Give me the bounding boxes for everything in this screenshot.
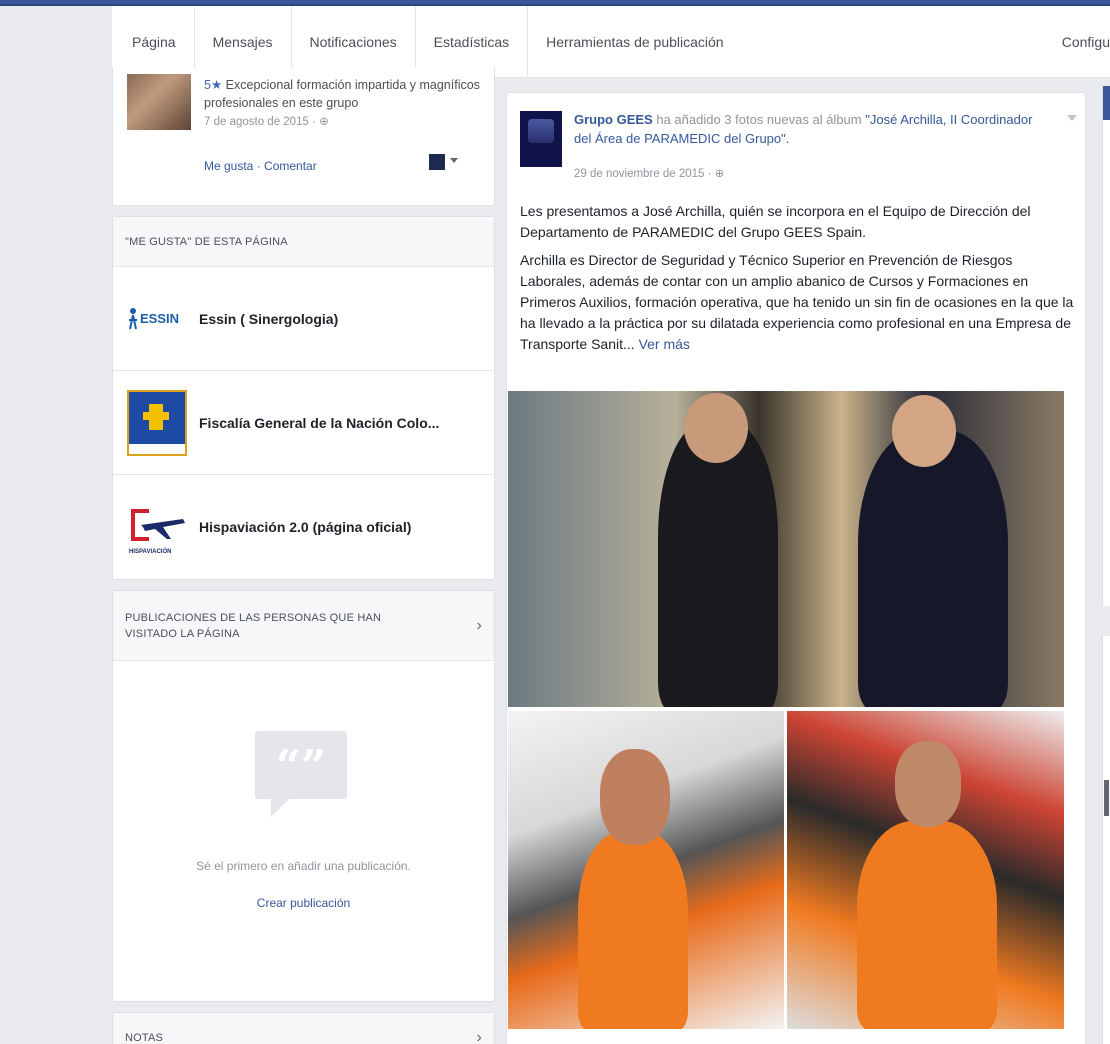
tab-herramientas[interactable]: Herramientas de publicación xyxy=(528,6,741,78)
liked-page-item[interactable]: HISPAVIACIÓN Hispaviación 2.0 (página of… xyxy=(113,475,494,579)
post-action-text: ha añadido 3 fotos nuevas al álbum xyxy=(652,112,866,127)
reviewer-avatar[interactable] xyxy=(127,74,191,130)
tab-mensajes[interactable]: Mensajes xyxy=(195,5,292,78)
post-author-link[interactable]: Grupo GEES xyxy=(574,112,653,127)
create-post-link[interactable]: Crear publicación xyxy=(113,896,494,910)
review-date: 7 de agosto de 2015 · ⊕ xyxy=(204,116,329,128)
review-text: 5★ Excepcional formación impartida y mag… xyxy=(204,76,484,112)
chevron-down-icon[interactable] xyxy=(1067,115,1077,121)
post-body: Les presentamos a José Archilla, quién s… xyxy=(520,201,1076,362)
liked-page-name: Essin ( Sinergologia) xyxy=(199,310,339,327)
notes-card: NOTAS › xyxy=(112,1012,495,1044)
hispaviacion-logo-text: HISPAVIACIÓN xyxy=(129,547,171,555)
post-photo-main[interactable] xyxy=(508,391,1064,707)
post-photo-left[interactable] xyxy=(508,711,784,1029)
essin-logo-icon: ESSIN xyxy=(127,284,187,354)
review-body: Excepcional formación impartida y magníf… xyxy=(204,78,480,110)
visitor-posts-header[interactable]: PUBLICACIONES DE LAS PERSONAS QUE HAN VI… xyxy=(113,591,494,661)
chevron-right-icon[interactable]: › xyxy=(476,617,482,634)
liked-page-item[interactable]: ESSIN Essin ( Sinergologia) xyxy=(113,267,494,371)
post-header: Grupo GEES ha añadido 3 fotos nuevas al … xyxy=(574,110,1044,148)
page-avatar-icon[interactable] xyxy=(429,154,445,170)
review-actions: Me gusta · Comentar xyxy=(204,159,317,173)
post-paragraph-2: Archilla es Director de Seguridad y Técn… xyxy=(520,250,1076,355)
rating-stars: 5★ xyxy=(204,78,223,92)
author-avatar[interactable] xyxy=(520,111,562,167)
svg-text:“”: “” xyxy=(276,741,327,792)
like-link[interactable]: Me gusta xyxy=(204,159,253,173)
liked-page-item[interactable]: Fiscalía General de la Nación Colo... xyxy=(113,371,494,475)
notes-header[interactable]: NOTAS › xyxy=(113,1013,494,1044)
liked-page-name: Hispaviación 2.0 (página oficial) xyxy=(199,519,412,535)
post-paragraph: Les presentamos a José Archilla, quién s… xyxy=(520,203,1031,240)
chevron-down-icon[interactable] xyxy=(450,158,458,163)
post-photo-right[interactable] xyxy=(787,711,1064,1029)
airplane-logo-icon: HISPAVIACIÓN xyxy=(127,492,187,562)
chevron-right-icon[interactable]: › xyxy=(476,1029,482,1044)
page-likes-card: "ME GUSTA" DE ESTA PÁGINA ESSIN Essin ( … xyxy=(112,216,495,580)
review-card: 5★ Excepcional formación impartida y mag… xyxy=(112,68,495,206)
tab-configuracion[interactable]: Configu xyxy=(1062,34,1110,50)
notes-title: NOTAS xyxy=(125,1031,164,1044)
post-paragraph-text: Archilla es Director de Seguridad y Técn… xyxy=(520,252,1074,352)
visitor-posts-card: PUBLICACIONES DE LAS PERSONAS QUE HAN VI… xyxy=(112,590,495,1002)
comment-link[interactable]: Comentar xyxy=(264,159,317,173)
right-sidebar xyxy=(1102,86,1110,606)
tab-estadisticas[interactable]: Estadísticas xyxy=(416,5,529,78)
essin-logo-text: ESSIN xyxy=(140,311,179,326)
right-sidebar-lower xyxy=(1102,636,1110,1044)
scrollbar[interactable] xyxy=(1104,780,1109,816)
tab-notificaciones[interactable]: Notificaciones xyxy=(292,5,416,78)
fiscalia-logo-icon xyxy=(127,389,187,456)
likes-header: "ME GUSTA" DE ESTA PÁGINA xyxy=(113,217,494,267)
see-more-link[interactable]: Ver más xyxy=(639,336,690,352)
liked-page-name: Fiscalía General de la Nación Colo... xyxy=(199,414,440,431)
tab-pagina[interactable]: Página xyxy=(124,5,195,78)
quote-bubble-icon: “” xyxy=(255,731,347,817)
action-separator: · xyxy=(253,159,265,173)
empty-state-text: Sé el primero en añadir una publicación. xyxy=(196,859,411,873)
post-timestamp[interactable]: 29 de noviembre de 2015 · ⊕ xyxy=(574,166,724,180)
visitor-posts-title: PUBLICACIONES DE LAS PERSONAS QUE HAN VI… xyxy=(125,611,382,640)
